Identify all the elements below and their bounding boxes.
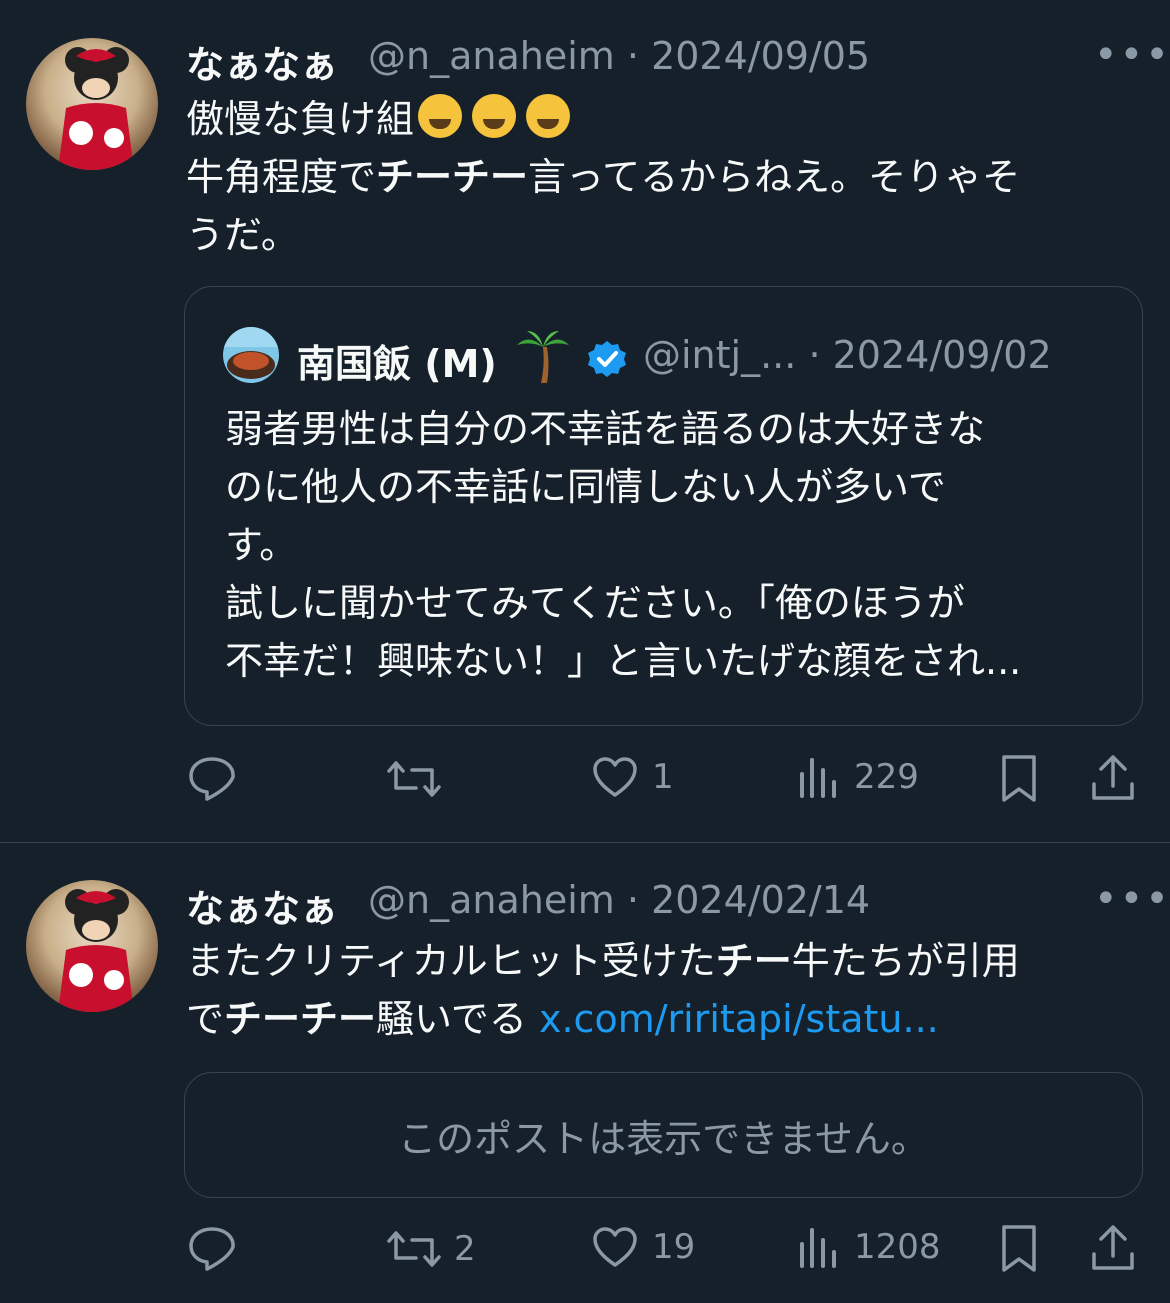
reply-icon xyxy=(189,757,235,801)
post-line-3: うだ。 xyxy=(186,213,299,257)
repost-count: 2 xyxy=(454,1229,476,1269)
unavailable-message: このポストは表示できません。 xyxy=(398,1116,929,1161)
post-divider xyxy=(0,842,1170,843)
reply-button[interactable] xyxy=(188,756,236,806)
views-icon xyxy=(800,758,836,798)
heart-icon xyxy=(593,1227,637,1267)
like-button[interactable]: 1 xyxy=(592,756,674,798)
repost-button[interactable]: 2 xyxy=(386,1226,476,1272)
rolling-laughing-emoji xyxy=(472,94,517,138)
separator-dot: · xyxy=(626,34,639,78)
share-button[interactable] xyxy=(1090,754,1136,806)
views-icon xyxy=(800,1228,836,1268)
quoted-line: のに他人の不幸話に同情しない人が多いで xyxy=(225,465,946,509)
verified-badge-icon xyxy=(587,339,627,383)
quoted-line: 弱者男性は自分の不幸話を語るのは大好きな xyxy=(225,407,986,451)
quoted-handle[interactable]: @intj_... · 2024/09/02 xyxy=(643,333,1052,377)
post-text: またクリティカルヒット受けたチー牛たちが引用 でチーチー騒いでる x.com/r… xyxy=(186,932,1146,1048)
handle-text: @n_anaheim xyxy=(368,34,615,78)
views-count: 1208 xyxy=(854,1227,941,1267)
rolling-laughing-emoji xyxy=(526,94,571,138)
post-line-2: でチーチー騒いでる x.com/riritapi/statu... xyxy=(186,997,939,1041)
share-icon xyxy=(1092,1225,1134,1270)
bookmark-button[interactable] xyxy=(1000,754,1038,808)
handle[interactable]: @n_anaheim · 2024/09/05 xyxy=(368,34,870,78)
bookmark-button[interactable] xyxy=(1000,1224,1038,1278)
quoted-line: 不幸だ！興味ない！」と言いたげな顔をされ... xyxy=(225,639,1022,683)
avatar[interactable] xyxy=(26,38,158,170)
like-button[interactable]: 19 xyxy=(592,1226,695,1268)
quoted-display-name[interactable]: 南国飯 (M) xyxy=(297,333,497,388)
heart-icon xyxy=(593,757,637,797)
views-count: 229 xyxy=(854,757,919,797)
handle[interactable]: @n_anaheim · 2024/02/14 xyxy=(368,878,870,922)
post-line-2: 牛角程度でチーチー言ってるからねえ。そりゃそ xyxy=(186,155,1021,199)
quoted-text: 弱者男性は自分の不幸話を語るのは大好きな のに他人の不幸話に同情しない人が多いで… xyxy=(225,400,1115,690)
quoted-line: す。 xyxy=(225,523,298,567)
post-link[interactable]: x.com/riritapi/statu... xyxy=(539,997,939,1041)
bookmark-icon xyxy=(1002,755,1036,802)
avatar[interactable] xyxy=(26,880,158,1012)
ellipsis-icon[interactable]: ••• xyxy=(1094,32,1170,78)
post-line-1: またクリティカルヒット受けたチー牛たちが引用 xyxy=(186,939,1020,983)
post-text: 傲慢な負け組 牛角程度でチーチー言ってるからねえ。そりゃそ うだ。 xyxy=(186,90,1146,264)
post-line-1: 傲慢な負け組 xyxy=(186,90,1146,148)
reply-icon xyxy=(189,1227,235,1271)
post-date[interactable]: 2024/09/05 xyxy=(651,34,870,78)
share-icon xyxy=(1092,755,1134,800)
handle-text: @n_anaheim xyxy=(368,878,615,922)
rolling-laughing-emoji xyxy=(418,94,463,138)
quoted-post[interactable]: 南国飯 (M) @intj_... · 2024/09/02 弱者男性は自分の不… xyxy=(184,286,1143,726)
display-name[interactable]: なぁなぁ xyxy=(186,34,338,89)
bookmark-icon xyxy=(1002,1225,1036,1272)
like-count: 19 xyxy=(652,1227,696,1267)
separator-dot: · xyxy=(626,878,639,922)
ellipsis-icon[interactable]: ••• xyxy=(1094,876,1170,922)
post-date[interactable]: 2024/02/14 xyxy=(651,878,870,922)
quoted-avatar[interactable] xyxy=(223,327,279,383)
unavailable-post-box: このポストは表示できません。 xyxy=(184,1072,1143,1198)
quoted-date: 2024/09/02 xyxy=(832,333,1052,377)
share-button[interactable] xyxy=(1090,1224,1136,1276)
repost-icon xyxy=(387,1231,441,1267)
repost-icon xyxy=(387,761,441,797)
like-count: 1 xyxy=(652,757,674,797)
display-name[interactable]: なぁなぁ xyxy=(186,878,338,933)
repost-button[interactable] xyxy=(386,756,442,806)
views-button[interactable]: 1208 xyxy=(798,1226,941,1268)
views-button[interactable]: 229 xyxy=(798,756,919,798)
quoted-line: 試しに聞かせてみてください。「俺のほうが xyxy=(225,581,965,625)
palm-tree-emoji xyxy=(517,329,569,383)
reply-button[interactable] xyxy=(188,1226,236,1276)
